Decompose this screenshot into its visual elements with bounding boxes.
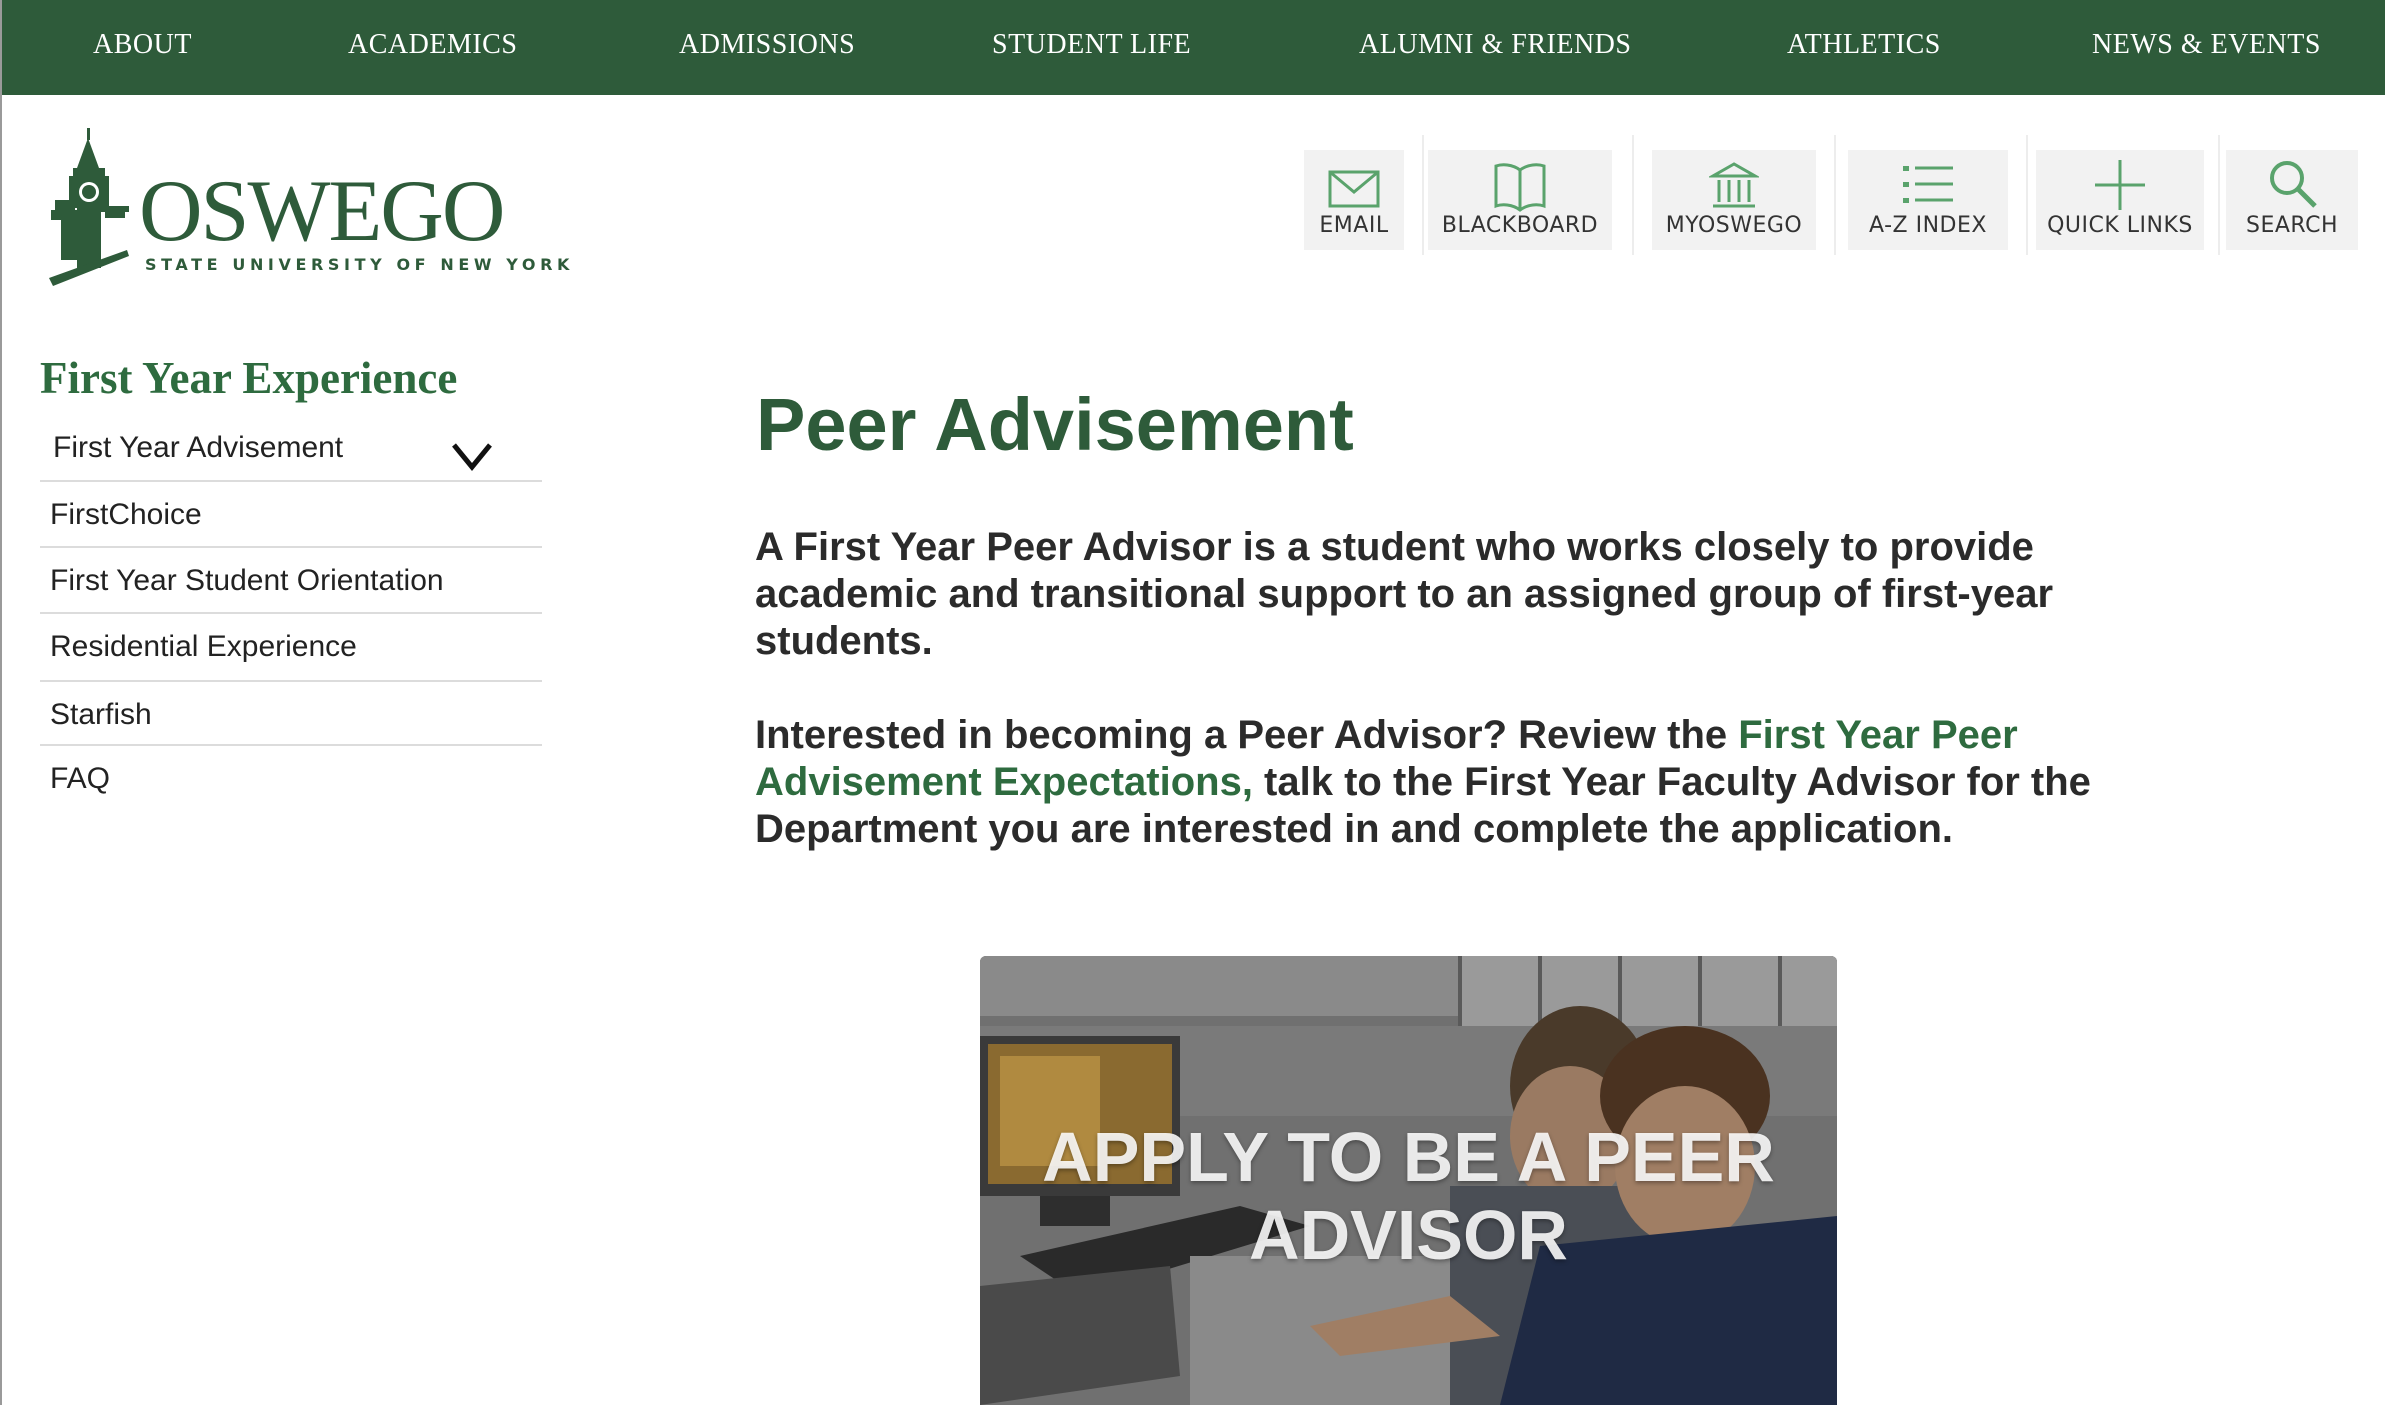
sidebar-item-first-year-advisement[interactable]: First Year Advisement [40, 415, 542, 482]
nav-academics[interactable]: ACADEMICS [348, 0, 517, 95]
search-icon [2226, 158, 2358, 212]
sidebar-item-orientation[interactable]: First Year Student Orientation [40, 548, 542, 614]
nav-admissions[interactable]: ADMISSIONS [679, 0, 855, 95]
logo-subline: STATE UNIVERSITY OF NEW YORK [145, 255, 575, 274]
az-index-link[interactable]: A-Z INDEX [1848, 150, 2008, 250]
az-index-label: A-Z INDEX [1869, 213, 1987, 238]
blackboard-link[interactable]: BLACKBOARD [1428, 150, 1612, 250]
apply-text-before: Interested in becoming a Peer Advisor? R… [755, 713, 1739, 757]
intro-paragraph: A First Year Peer Advisor is a student w… [755, 525, 2054, 663]
sidebar-item-label: FAQ [50, 762, 111, 795]
sidebar-item-label: Starfish [50, 698, 152, 731]
plus-icon [2036, 158, 2204, 212]
quick-links-link[interactable]: QUICK LINKS [2036, 150, 2204, 250]
sidebar-item-firstchoice[interactable]: FirstChoice [40, 482, 542, 548]
nav-athletics[interactable]: ATHLETICS [1787, 0, 1941, 95]
list-icon [1848, 158, 2008, 212]
nav-news-events[interactable]: NEWS & EVENTS [2092, 0, 2321, 95]
nav-alumni-friends[interactable]: ALUMNI & FRIENDS [1359, 0, 1631, 95]
oswego-logo[interactable]: OSWEGO STATE UNIVERSITY OF NEW YORK [47, 128, 569, 288]
book-icon [1428, 158, 1612, 212]
clock-tower-icon [49, 128, 129, 286]
apply-banner-text: APPLY TO BE A PEER ADVISOR [1042, 1118, 1775, 1274]
sidebar-item-starfish[interactable]: Starfish [40, 682, 542, 746]
top-nav: ABOUT ACADEMICS ADMISSIONS STUDENT LIFE … [2, 0, 2385, 95]
sidebar-item-residential-experience[interactable]: Residential Experience [40, 614, 542, 682]
nav-about[interactable]: ABOUT [93, 0, 192, 95]
myoswego-label: MYOSWEGO [1665, 213, 1803, 238]
search-label: SEARCH [2245, 213, 2338, 238]
apply-paragraph: Interested in becoming a Peer Advisor? R… [755, 712, 2195, 853]
logo-wordmark: OSWEGO [139, 163, 505, 260]
myoswego-link[interactable]: MYOSWEGO [1652, 150, 1816, 250]
email-link[interactable]: EMAIL [1304, 150, 1404, 250]
sidebar-item-label: Residential Experience [50, 630, 357, 663]
nav-student-life[interactable]: STUDENT LIFE [992, 0, 1191, 95]
page-title: Peer Advisement [756, 383, 1354, 466]
email-label: EMAIL [1319, 213, 1389, 238]
envelope-icon [1304, 158, 1404, 212]
sidebar-item-label: FirstChoice [50, 498, 202, 531]
quick-links-label: QUICK LINKS [2047, 213, 2193, 238]
sidebar-nav: First Year Advisement FirstChoice First … [40, 415, 542, 812]
sidebar-item-label: First Year Advisement [53, 431, 344, 464]
sidebar-title[interactable]: First Year Experience [40, 352, 457, 404]
blackboard-label: BLACKBOARD [1441, 213, 1599, 238]
search-link[interactable]: SEARCH [2226, 150, 2358, 250]
apply-peer-advisor-banner[interactable]: APPLY TO BE A PEER ADVISOR [980, 956, 1837, 1405]
sidebar-item-faq[interactable]: FAQ [40, 746, 542, 812]
sidebar-item-label: First Year Student Orientation [50, 564, 444, 597]
building-icon [1652, 158, 1816, 212]
